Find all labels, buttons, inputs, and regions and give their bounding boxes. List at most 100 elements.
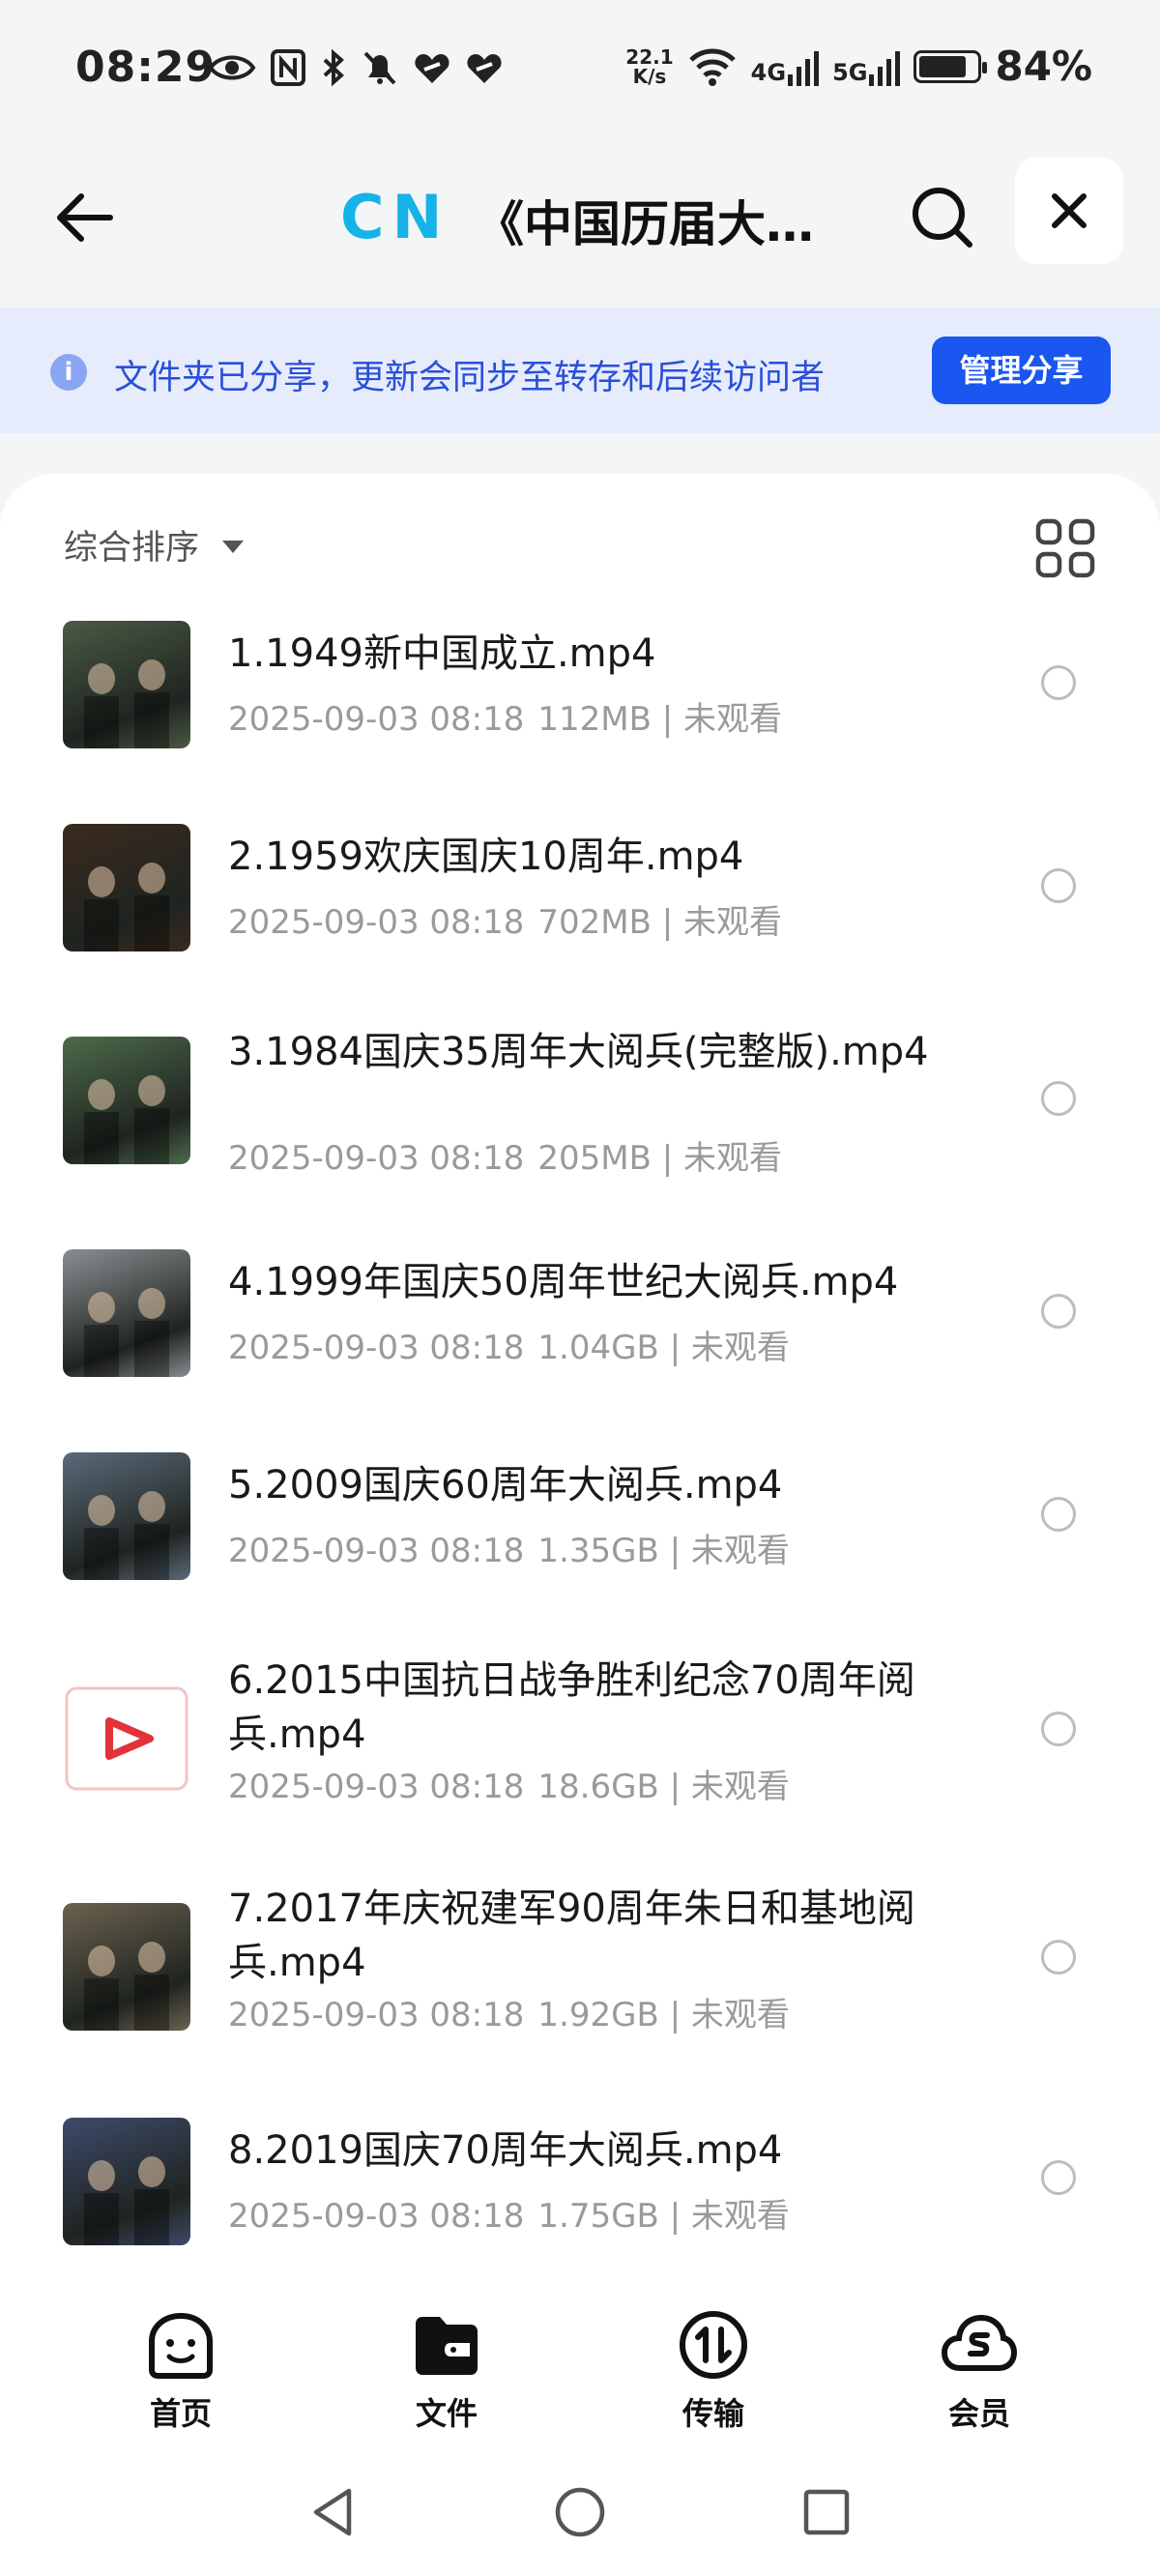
meta-separator: | [651,1139,684,1178]
file-date: 2025-09-03 08:18 [228,700,525,739]
file-date: 2025-09-03 08:18 [228,2197,525,2236]
nav-files-label: 文件 [415,2395,478,2432]
file-date: 2025-09-03 08:18 [228,903,525,942]
file-size: 1.75GB [537,2197,659,2236]
manage-share-button[interactable]: 管理分享 [932,337,1111,404]
file-date: 2025-09-03 08:18 [228,1139,525,1178]
file-date: 2025-09-03 08:18 [228,1532,525,1570]
meta-separator: | [658,1768,691,1806]
video-thumbnail [63,621,190,748]
nfc-icon [271,49,305,86]
file-size: 205MB [537,1139,652,1178]
wifi-icon [688,48,736,86]
file-watch-status: 未观看 [690,1996,790,2034]
file-size: 1.92GB [537,1996,659,2034]
select-radio[interactable] [1041,1940,1076,1975]
sort-label: 综合排序 [64,529,200,568]
nav-home[interactable]: 首页 [103,2306,258,2434]
file-meta: 2025-09-03 08:18 702MB | 未观看 [228,895,782,943]
signal-5g-icon [869,50,901,86]
file-watch-status: 未观看 [690,1768,790,1806]
net-speed-value: 22.1 [625,44,674,69]
system-back-button[interactable] [304,2483,362,2541]
select-radio[interactable] [1041,868,1076,903]
select-radio[interactable] [1041,1497,1076,1532]
file-watch-status: 未观看 [690,1329,790,1367]
video-thumbnail [63,1037,190,1164]
status-time: 08:29 [75,43,217,92]
file-watch-status: 未观看 [690,1532,790,1570]
meta-separator: | [658,2197,691,2236]
file-watch-status: 未观看 [683,903,783,942]
arrow-left-icon [57,193,113,242]
net-speed: 22.1 K/s [625,47,673,86]
search-icon [913,188,972,248]
link-heart-icon [415,54,450,83]
video-thumbnail [63,1903,190,2031]
file-size: 1.35GB [537,1532,659,1570]
page-title: 《中国历届大… [476,196,814,252]
back-button[interactable] [48,179,126,256]
mute-bell-icon [363,51,396,85]
file-meta: 2025-09-03 08:18 205MB | 未观看 [228,1131,782,1179]
file-name: 1.1949新中国成立.mp4 [228,631,656,676]
system-nav-bar [0,2456,1160,2576]
app-header: CN 《中国历届大… [0,145,1160,290]
file-watch-status: 未观看 [690,2197,790,2236]
file-size: 18.6GB [537,1768,659,1806]
sort-dropdown[interactable]: 综合排序 [64,520,245,570]
battery-icon [914,49,988,83]
select-radio[interactable] [1041,665,1076,700]
file-name: 2.1959欢庆国庆10周年.mp4 [228,834,744,879]
caret-down-icon [222,541,245,553]
share-banner: i 文件夹已分享，更新会同步至转存和后续访问者 管理分享 [0,307,1160,433]
eye-icon [208,55,256,80]
file-meta: 2025-09-03 08:18 1.92GB | 未观看 [228,1988,790,2035]
file-size: 1.04GB [537,1329,659,1367]
file-date: 2025-09-03 08:18 [228,1996,525,2034]
video-thumbnail [63,2118,190,2245]
file-watch-status: 未观看 [683,700,783,739]
battery-level [919,55,967,77]
file-meta: 2025-09-03 08:18 1.35GB | 未观看 [228,1524,790,1571]
info-icon: i [50,354,87,391]
select-radio[interactable] [1041,2160,1076,2195]
system-recents-button[interactable] [798,2483,856,2541]
file-size: 702MB [537,903,652,942]
file-date: 2025-09-03 08:18 [228,1329,525,1367]
home-smile-icon [149,2312,213,2379]
nav-transfer[interactable]: 传输 [636,2306,791,2434]
folder-icon [416,2317,478,2375]
link-heart-icon-2 [467,54,502,83]
system-home-button[interactable] [551,2483,609,2541]
nav-vip[interactable]: 会员 [902,2306,1057,2434]
select-radio[interactable] [1041,1294,1076,1329]
file-meta: 2025-09-03 08:18 1.75GB | 未观看 [228,2189,790,2237]
status-icons [208,48,504,87]
file-name: 7.2017年庆祝建军90周年朱日和基地阅兵.mp4 [228,1887,915,1985]
close-button[interactable] [1015,158,1123,264]
video-thumbnail [63,1249,190,1377]
square-recents-icon [803,2489,850,2535]
transfer-icon [680,2311,747,2379]
file-name: 4.1999年国庆50周年世纪大阅兵.mp4 [228,1260,899,1304]
file-name: 5.2009国庆60周年大阅兵.mp4 [228,1463,783,1508]
grid-view-button[interactable] [1034,517,1096,579]
grid-view-icon [1035,518,1095,578]
file-date: 2025-09-03 08:18 [228,1768,525,1806]
file-name: 6.2015中国抗日战争胜利纪念70周年阅兵.mp4 [228,1658,915,1757]
share-banner-text: 文件夹已分享，更新会同步至转存和后续访问者 [114,359,826,397]
video-thumbnail [63,824,190,951]
net-5g-label: 5G [832,58,868,86]
search-button[interactable] [904,179,981,256]
net-speed-unit: K/s [632,64,667,88]
select-radio[interactable] [1041,1712,1076,1746]
nav-files[interactable]: 文件 [369,2306,524,2434]
file-name: 8.2019国庆70周年大阅兵.mp4 [228,2128,783,2173]
triangle-back-icon [313,2488,352,2536]
bottom-nav: 首页 文件 传输 会员 [0,2263,1160,2456]
select-radio[interactable] [1041,1081,1076,1116]
battery-percent: 84% [995,43,1092,90]
bluetooth-icon [323,48,344,87]
meta-separator: | [658,1996,691,2034]
